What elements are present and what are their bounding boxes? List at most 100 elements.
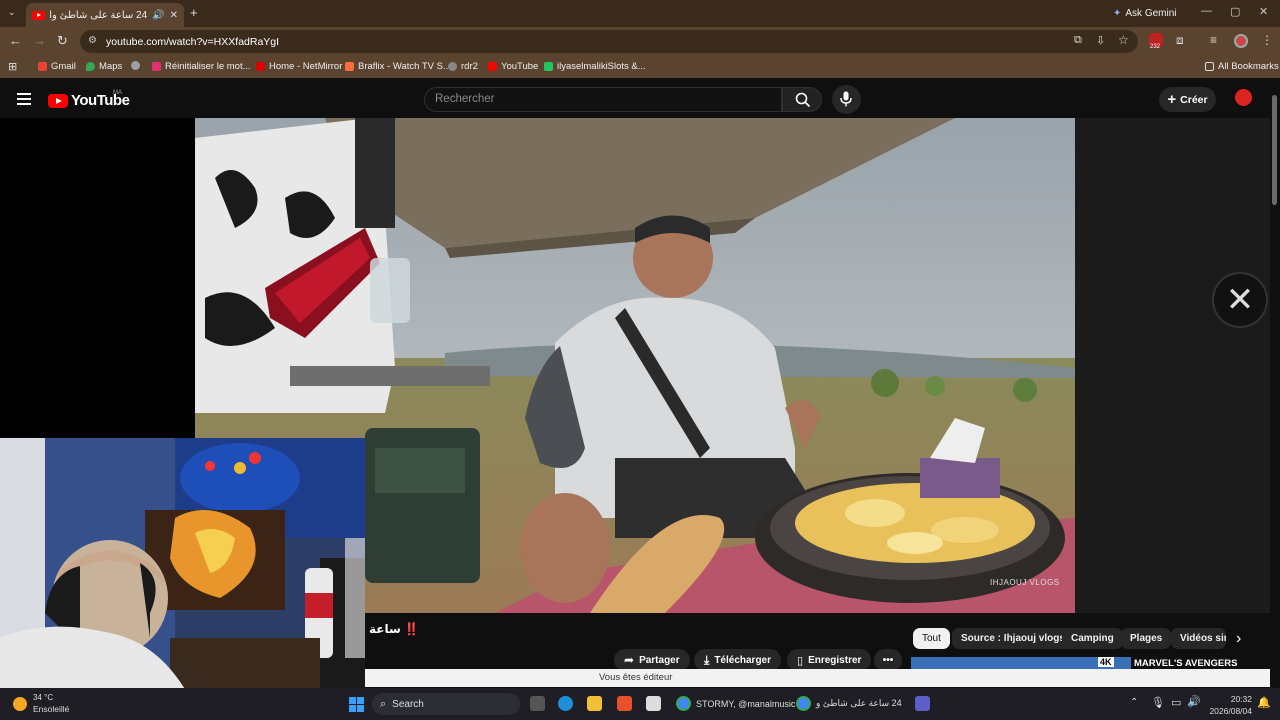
plus-icon: + <box>1167 90 1177 108</box>
chip-source[interactable]: Source : Ihjaouj vlogs <box>952 628 1074 649</box>
bookmark-instagram[interactable]: Réinitialiser le mot... <box>152 61 251 72</box>
recommended-thumbnail[interactable]: 4K <box>911 657 1131 669</box>
gmail-icon <box>38 62 47 71</box>
bookmark-netmirror[interactable]: Home - NetMirror <box>256 61 342 72</box>
x-logo-overlay-icon[interactable]: ✕ <box>1212 272 1268 328</box>
volume-icon[interactable]: 🔊 <box>1187 695 1201 708</box>
tab-close-icon[interactable]: ✕ <box>170 10 178 21</box>
browser-toolbar: ← → ↻ ⚙ youtube.com/watch?v=HXXfadRaYgI … <box>0 27 1280 56</box>
microphone-icon[interactable]: 🎙 <box>1151 696 1165 709</box>
notifications-bell-icon[interactable]: 🔔 <box>1257 696 1271 709</box>
menu-kebab-icon[interactable]: ⋮ <box>1261 33 1273 47</box>
video-title: ‼️ ساعة <box>369 622 420 636</box>
chip-plages[interactable]: Plages <box>1121 628 1172 649</box>
tab-youtube-video[interactable]: 24 ساعة على شاطئ واد 🔊 ✕ <box>26 3 184 27</box>
taskbar-window-stormy[interactable]: STORMY, @manalmusic <box>676 696 795 711</box>
tray-chevron-icon[interactable]: ⌃ <box>1130 697 1138 708</box>
youtube-icon <box>488 62 497 71</box>
back-arrow-icon[interactable]: ← <box>9 33 22 48</box>
maps-icon <box>86 62 95 71</box>
search-icon <box>795 92 811 108</box>
new-tab-button[interactable]: + <box>190 5 198 20</box>
create-label: Créer <box>1180 93 1208 106</box>
close-window-icon[interactable]: ✕ <box>1259 5 1268 18</box>
taskbar-window-youtube[interactable]: 24 ساعة على شاطئ و <box>796 696 902 711</box>
create-button[interactable]: + Créer <box>1159 87 1216 112</box>
edge-icon[interactable] <box>558 696 573 711</box>
profile-icon[interactable] <box>1234 34 1248 48</box>
windows-start-icon[interactable] <box>349 697 364 712</box>
download-icon: ⤓ <box>704 652 710 667</box>
chrome-icon <box>676 696 691 711</box>
taskbar-window-label: STORMY, @manalmusic <box>696 698 796 709</box>
task-view-icon[interactable] <box>530 696 545 711</box>
taskbar-search-label: Search <box>392 698 424 710</box>
search-input[interactable]: Rechercher <box>424 87 782 112</box>
share-icon: ➦ <box>624 653 635 667</box>
bookmark-rdr2[interactable]: rdr2 <box>448 61 478 72</box>
address-bar[interactable]: ⚙ youtube.com/watch?v=HXXfadRaYgI ⧉ ⇩ ☆ <box>80 30 1138 53</box>
bookmark-label: YouTube <box>501 61 539 72</box>
bookmark-braflix[interactable]: Braflix - Watch TV S... <box>345 61 451 72</box>
share-button[interactable]: ➦ Partager <box>614 649 690 671</box>
share-label: Partager <box>639 654 680 666</box>
bookmark-icon: ▯ <box>797 654 804 667</box>
chip-videos[interactable]: Vidéos sir <box>1171 628 1226 649</box>
download-label: Télécharger <box>714 654 772 666</box>
bookmark-label: Braflix - Watch TV S... <box>358 61 451 72</box>
store-icon[interactable] <box>646 696 661 711</box>
bookmarks-bar: ⊞ Gmail Maps Réinitialiser le mot... Hom… <box>0 56 1280 78</box>
taskbar-search[interactable]: ⌕ Search <box>372 693 520 715</box>
reading-list-icon[interactable]: ≡ <box>1210 33 1217 47</box>
save-button[interactable]: ▯ Enregistrer <box>787 649 872 671</box>
taskbar-time[interactable]: 20:32 <box>1210 694 1252 704</box>
search-button[interactable] <box>782 87 822 112</box>
apps-grid-icon[interactable]: ⊞ <box>8 60 17 73</box>
bookmark-label: Réinitialiser le mot... <box>165 61 251 72</box>
weather-text: Ensoleillé <box>33 704 70 714</box>
translate-icon[interactable]: ⧉ <box>1074 34 1082 47</box>
voice-search-button[interactable] <box>832 85 861 114</box>
teams-icon[interactable] <box>915 696 930 711</box>
recommended-title[interactable]: MARVEL'S AVENGERS <box>1134 658 1237 669</box>
bookmark-maps[interactable]: Maps <box>86 61 122 72</box>
site-info-icon[interactable]: ⚙ <box>88 35 97 46</box>
forward-arrow-icon[interactable]: → <box>33 33 46 48</box>
download-button[interactable]: ⤓ Télécharger <box>694 649 782 671</box>
chips-next-chevron-icon[interactable]: › <box>1236 630 1241 648</box>
brave-icon[interactable] <box>617 696 632 711</box>
weather-sun-icon[interactable] <box>13 697 27 711</box>
reload-icon[interactable]: ↻ <box>57 33 68 49</box>
network-icon[interactable]: ▭ <box>1171 696 1181 709</box>
taskbar-window-label: 24 ساعة على شاطئ و <box>816 698 902 708</box>
install-app-icon[interactable]: ⇩ <box>1096 34 1105 47</box>
bookmark-gmail[interactable]: Gmail <box>38 61 76 72</box>
bookmark-globe[interactable] <box>131 61 140 70</box>
windows-taskbar: 34 °C Ensoleillé ⌕ Search STORMY, @manal… <box>0 688 1280 720</box>
extensions-puzzle-icon[interactable]: ⧈ <box>1176 33 1184 48</box>
maximize-icon[interactable]: ▢ <box>1230 5 1240 18</box>
hamburger-menu-icon[interactable] <box>17 93 31 108</box>
search-icon: ⌕ <box>380 697 387 710</box>
file-explorer-icon[interactable] <box>587 696 602 711</box>
tab-audio-icon[interactable]: 🔊 <box>152 10 164 21</box>
ask-gemini-button[interactable]: ✦ Ask Gemini <box>1105 4 1185 22</box>
url-text: youtube.com/watch?v=HXXfadRaYgI <box>106 35 280 48</box>
bookmark-youtube[interactable]: YouTube <box>488 61 538 72</box>
bookmark-star-icon[interactable]: ☆ <box>1118 33 1129 47</box>
bookmark-label: ilyaselmalikiSlots &... <box>557 61 646 72</box>
more-actions-button[interactable]: ••• <box>874 649 902 671</box>
bookmark-label: Gmail <box>51 61 76 72</box>
rec-4k-badge: 4K <box>1098 657 1114 667</box>
bookmark-ilyas[interactable]: ilyaselmalikiSlots &... <box>544 61 646 72</box>
chip-camping[interactable]: Camping <box>1062 628 1123 649</box>
avatar[interactable] <box>1235 89 1252 106</box>
tab-search-icon[interactable]: ⌄ <box>8 7 16 18</box>
chrome-icon <box>796 696 811 711</box>
taskbar-date[interactable]: 2026/08/04 <box>1206 706 1252 716</box>
minimize-icon[interactable]: — <box>1201 5 1212 17</box>
chip-all[interactable]: Tout <box>913 628 950 649</box>
theater-background-left <box>0 118 195 438</box>
all-bookmarks[interactable]: All Bookmarks <box>1205 61 1279 72</box>
scrollbar-thumb[interactable] <box>1272 95 1277 205</box>
